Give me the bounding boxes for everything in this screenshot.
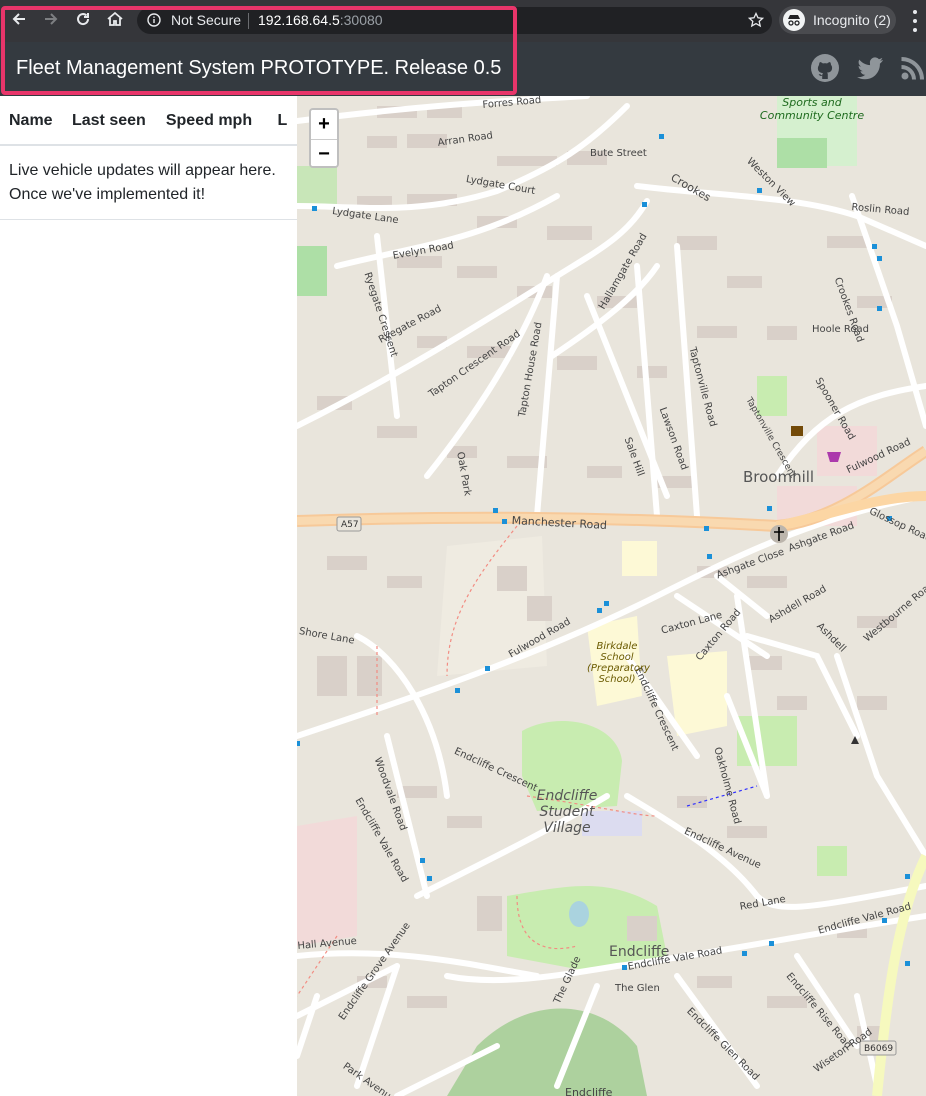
- map-label-sports-centre: Sports and Community Centre: [759, 96, 865, 122]
- incognito-icon: [783, 9, 805, 31]
- browser-menu-icon[interactable]: [909, 10, 921, 32]
- vehicle-table: Name Last seen Speed mph L Live vehicle …: [0, 96, 297, 220]
- vehicle-sidebar: Name Last seen Speed mph L Live vehicle …: [0, 96, 297, 1096]
- home-icon[interactable]: [104, 8, 126, 30]
- back-icon[interactable]: [8, 8, 30, 30]
- map-label-broomhill: Broomhill: [743, 468, 815, 486]
- column-header-speed: Speed mph: [156, 96, 264, 146]
- map-label-bute: Bute Street: [590, 148, 647, 159]
- browser-toolbar: Not Secure 192.168.64.5:30080 Incognito …: [0, 0, 926, 42]
- forward-icon[interactable]: [40, 8, 62, 30]
- zoom-in-button[interactable]: +: [311, 110, 337, 139]
- rss-icon[interactable]: [898, 53, 926, 83]
- library-icon: [791, 426, 803, 436]
- empty-message: Live vehicle updates will appear here. O…: [0, 145, 297, 220]
- map-label-a57: A57: [341, 520, 359, 530]
- church-icon: [770, 525, 788, 543]
- incognito-label: Incognito (2): [813, 12, 891, 28]
- github-icon[interactable]: [810, 53, 840, 83]
- info-icon[interactable]: [147, 13, 161, 32]
- twitter-icon[interactable]: [855, 53, 885, 83]
- map-label-birkdale: Birkdale School (Preparatory School): [587, 641, 650, 685]
- table-row: Live vehicle updates will appear here. O…: [0, 145, 297, 220]
- divider: [248, 13, 249, 29]
- zoom-control: + −: [309, 108, 339, 168]
- app-title[interactable]: Fleet Management System PROTOTYPE. Relea…: [16, 57, 501, 80]
- bookmark-star-icon[interactable]: [747, 11, 765, 33]
- map-label-the-glen: The Glen: [615, 983, 660, 994]
- column-header-last-seen: Last seen: [62, 96, 157, 146]
- zoom-out-button[interactable]: −: [311, 139, 337, 166]
- url-port: :30080: [339, 12, 383, 28]
- map-label-hoole: Hoole Road: [812, 324, 869, 335]
- url-host: 192.168.64.5: [258, 12, 340, 28]
- url-text[interactable]: 192.168.64.5:30080: [258, 12, 383, 28]
- incognito-button[interactable]: Incognito (2): [779, 6, 896, 34]
- reload-icon[interactable]: [72, 8, 94, 30]
- column-header-name: Name: [0, 96, 63, 146]
- table-header-row: Name Last seen Speed mph L: [0, 96, 297, 146]
- map-label-endcliffe-park: Endcliffe: [565, 1086, 613, 1096]
- park-area: [447, 1008, 647, 1096]
- security-label[interactable]: Not Secure: [171, 12, 241, 28]
- app-navbar: Fleet Management System PROTOTYPE. Relea…: [0, 42, 926, 96]
- map-label-b6069: B6069: [864, 1044, 894, 1054]
- map-label-student-village: Endcliffe Student Village: [536, 788, 598, 836]
- address-bar[interactable]: Not Secure 192.168.64.5:30080: [137, 7, 772, 34]
- map-view[interactable]: Forres Road Arran Road Bute Street Lydgate …: [297, 96, 926, 1096]
- column-header-truncated: L: [263, 96, 297, 146]
